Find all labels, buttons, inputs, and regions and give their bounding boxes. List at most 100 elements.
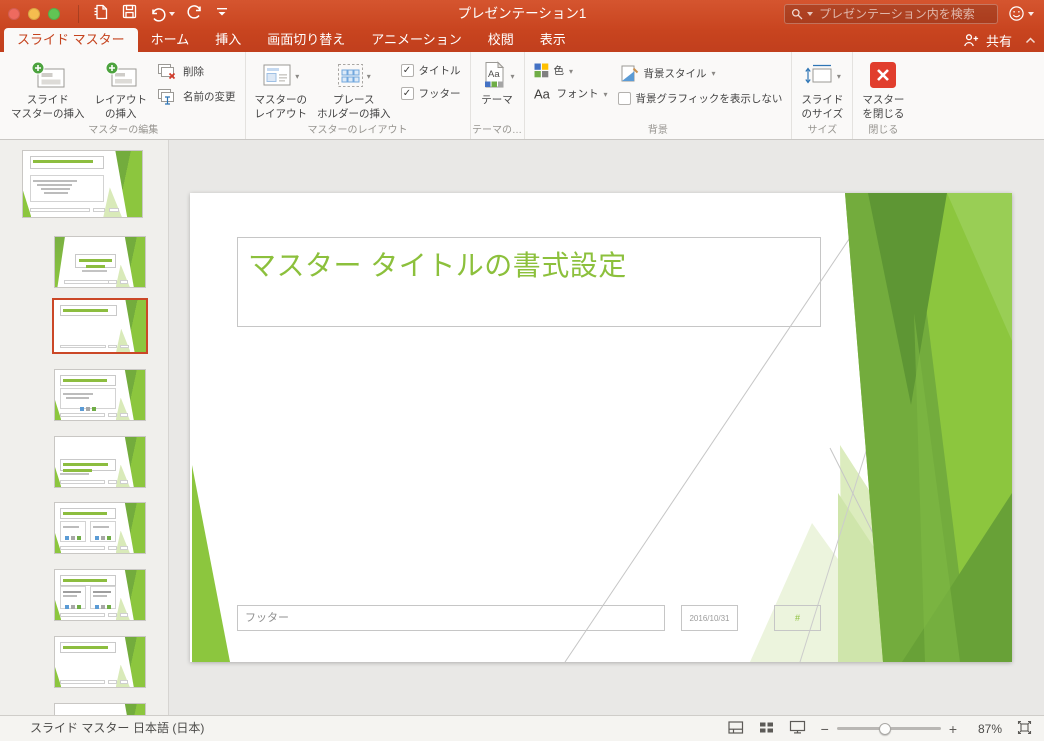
- delete-icon: [158, 64, 176, 80]
- slide-master-editing-surface[interactable]: マスター タイトルの書式設定 フッター 2016/10/31 #: [190, 193, 1012, 662]
- rename-button[interactable]: 名前の変更: [157, 88, 236, 105]
- fit-to-window-button[interactable]: [1017, 720, 1032, 738]
- zoom-slider[interactable]: [836, 722, 941, 735]
- slide-thumbnail-8-title-only[interactable]: [54, 636, 146, 688]
- themes-button[interactable]: Aa テーマ: [480, 58, 515, 108]
- slide-thumbnail-3-title-only-selected[interactable]: [52, 298, 148, 354]
- insert-slide-master-icon: [31, 61, 65, 87]
- tab-view[interactable]: 表示: [527, 28, 579, 52]
- feedback-control[interactable]: [1008, 5, 1034, 22]
- fonts-dropdown-caret[interactable]: [604, 88, 608, 100]
- delete-button[interactable]: 削除: [157, 63, 236, 80]
- slide-thumbnail-4-title-content[interactable]: [54, 369, 146, 421]
- save-button[interactable]: [121, 3, 138, 25]
- tab-slide-master[interactable]: スライド マスター: [4, 28, 138, 52]
- ribbon-group-edit-master: スライド マスターの挿入 レイアウト の挿入 削除 名前の変更 マスターの編集: [2, 52, 246, 139]
- minimize-window-button[interactable]: [28, 8, 40, 20]
- ribbon-group-background: 色 Aa フォント 背景ス: [525, 52, 793, 139]
- slide-editing-canvas: マスター タイトルの書式設定 フッター 2016/10/31 #: [169, 140, 1044, 715]
- zoom-window-button[interactable]: [48, 8, 60, 20]
- group-label-edit-master: マスターの編集: [88, 125, 159, 136]
- tab-animations[interactable]: アニメーション: [358, 28, 474, 52]
- undo-button[interactable]: [149, 6, 175, 23]
- rename-icon: [158, 89, 174, 105]
- undo-dropdown-caret[interactable]: [169, 12, 175, 16]
- background-styles-dropdown-caret[interactable]: [712, 67, 716, 79]
- thumbnail-preview: [23, 151, 142, 217]
- colors-dropdown-caret[interactable]: [569, 65, 573, 77]
- collapse-ribbon-icon[interactable]: [1025, 36, 1036, 44]
- themes-dropdown-caret[interactable]: [511, 66, 515, 84]
- title-checkbox-label: タイトル: [418, 65, 461, 77]
- svg-text:Aa: Aa: [534, 87, 551, 102]
- master-layout-dropdown-caret[interactable]: [295, 66, 299, 84]
- undo-icon: [152, 7, 166, 22]
- slide-number-placeholder[interactable]: #: [774, 605, 821, 631]
- insert-slide-master-button[interactable]: スライド マスターの挿入: [11, 58, 85, 121]
- zoom-slider-knob[interactable]: [878, 722, 891, 735]
- customize-toolbar-button[interactable]: [215, 5, 229, 24]
- master-layout-button[interactable]: マスターのレイアウト: [255, 58, 307, 121]
- slide-date-placeholder[interactable]: 2016/10/31: [681, 605, 738, 631]
- tab-review[interactable]: 校閲: [475, 28, 527, 52]
- group-label-background: 背景: [647, 125, 668, 136]
- slide-thumbnail-1-master[interactable]: [22, 150, 143, 218]
- slide-thumbnail-2-title-layout[interactable]: [54, 236, 146, 288]
- redo-button[interactable]: [186, 3, 204, 25]
- insert-placeholder-button[interactable]: プレースホルダーの挿入: [317, 58, 391, 121]
- hide-background-graphics-label: 背景グラフィックを表示しない: [635, 93, 783, 105]
- thumbnail-preview: [55, 637, 145, 687]
- thumbnail-preview: [55, 370, 145, 420]
- share-button[interactable]: 共有: [986, 31, 1012, 50]
- footer-checkbox[interactable]: [400, 87, 414, 100]
- fonts-button[interactable]: Aa フォント: [534, 86, 608, 102]
- slide-title-placeholder[interactable]: マスター タイトルの書式設定: [237, 237, 821, 327]
- hide-background-graphics-checkbox[interactable]: [617, 92, 631, 105]
- tab-transitions[interactable]: 画面切り替え: [254, 28, 358, 52]
- slide-thumbnail-6-two-content[interactable]: [54, 502, 146, 554]
- search-input[interactable]: [817, 6, 991, 22]
- slide-thumbnail-7-comparison[interactable]: [54, 569, 146, 621]
- colors-button[interactable]: 色: [534, 63, 608, 78]
- search-box[interactable]: [784, 4, 998, 24]
- toolbar-overflow-icon: [217, 7, 227, 15]
- thumbnail-preview: [54, 300, 146, 352]
- colors-icon: [534, 63, 548, 78]
- themes-icon: Aa: [484, 61, 504, 88]
- zoom-out-button[interactable]: [821, 721, 829, 737]
- zoom-in-button[interactable]: [949, 721, 957, 737]
- slide-size-icon: [805, 64, 832, 84]
- background-styles-button[interactable]: 背景スタイル: [618, 63, 783, 83]
- slide-size-dropdown-caret[interactable]: [837, 66, 841, 84]
- ribbon-group-themes: Aa テーマ テーマの…: [471, 52, 525, 139]
- insert-layout-button[interactable]: レイアウト の挿入: [95, 58, 147, 121]
- search-scope-caret[interactable]: [807, 12, 813, 16]
- search-icon: [791, 8, 803, 20]
- title-checkbox[interactable]: [400, 64, 414, 77]
- slide-thumbnail-5-section-header[interactable]: [54, 436, 146, 488]
- status-language-button[interactable]: 日本語 (日本): [133, 716, 204, 741]
- redo-icon: [187, 5, 201, 19]
- slide-footer-placeholder[interactable]: フッター: [237, 605, 665, 631]
- tab-insert[interactable]: 挿入: [202, 28, 254, 52]
- slide-sorter-icon: [759, 722, 773, 732]
- ribbon-group-close: マスター を閉じる 閉じる: [853, 52, 913, 139]
- master-layout-icon: [263, 64, 291, 86]
- close-master-button[interactable]: マスター を閉じる: [862, 58, 904, 121]
- normal-view-button[interactable]: [728, 720, 744, 737]
- new-document-button[interactable]: [92, 3, 110, 26]
- document-title: プレゼンテーション1: [457, 6, 587, 21]
- insert-placeholder-dropdown-caret[interactable]: [367, 66, 371, 84]
- zoom-percentage[interactable]: 87%: [972, 722, 1002, 736]
- slide-sorter-button[interactable]: [759, 721, 774, 737]
- feedback-dropdown-caret[interactable]: [1028, 11, 1034, 16]
- ribbon-group-master-layout: マスターのレイアウト プレースホルダーの挿入: [246, 52, 471, 139]
- slide-size-button[interactable]: スライドのサイズ: [801, 58, 843, 121]
- slide-thumbnail-9-blank[interactable]: [54, 703, 146, 715]
- close-window-button[interactable]: [8, 8, 20, 20]
- close-master-icon: [870, 62, 897, 88]
- tab-home[interactable]: ホーム: [138, 28, 203, 52]
- group-label-themes: テーマの…: [472, 125, 522, 136]
- slideshow-button[interactable]: [789, 720, 806, 737]
- svg-text:Aa: Aa: [488, 69, 500, 80]
